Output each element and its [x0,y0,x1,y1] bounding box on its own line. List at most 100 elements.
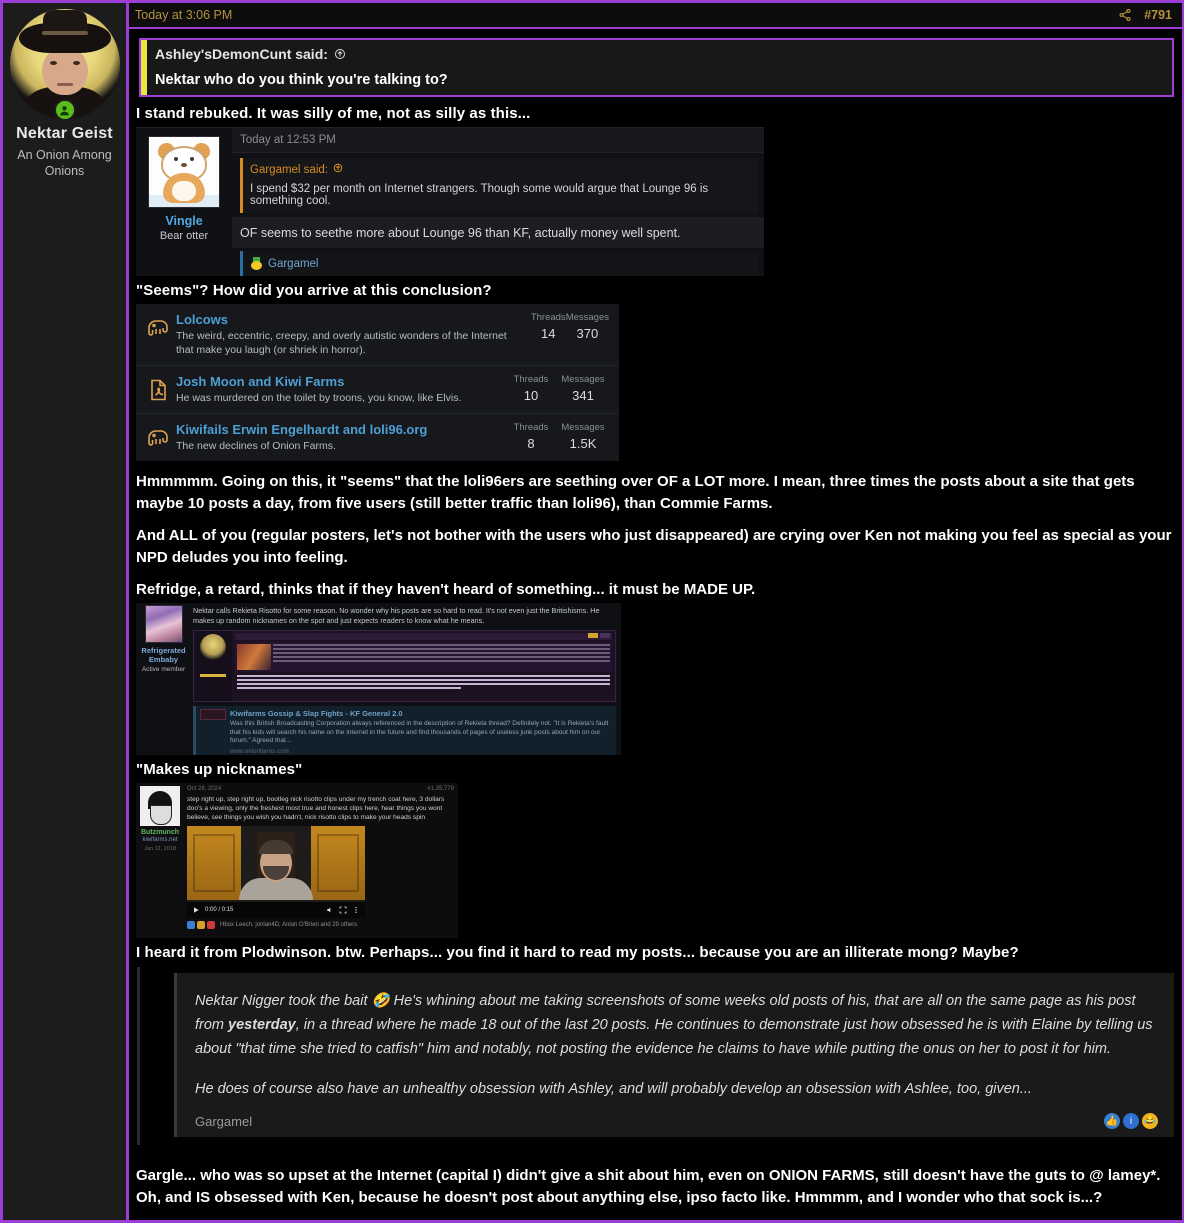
author-username[interactable]: Nektar Geist [3,125,126,143]
body-line-5: I heard it from Plodwinson. btw. Perhaps… [136,944,1019,961]
bear-nose [181,163,187,167]
threads-label: Threads [513,374,549,385]
inner-jump-to-post-icon [333,163,343,176]
video-post-id: #1,35,779 [427,786,454,792]
avatar[interactable] [9,9,120,121]
forum-list-screenshot: Lolcows The weird, eccentric, creepy, an… [136,304,619,461]
forum-messages-stat: Messages 1.5K [557,422,609,451]
video-post-user-meta: Jan 12, 2018 [144,846,176,852]
messages-label: Messages [565,312,609,323]
funny-reaction-icon: 😂 [1142,1113,1158,1129]
video-cabinet-right [311,826,365,900]
video-post-date: Oct 28, 2024 [187,786,222,792]
forum-list-info: Lolcows The weird, eccentric, creepy, an… [176,312,531,357]
messages-value: 341 [572,388,594,403]
avatar-face [41,47,88,95]
nested-quote-block: Nektar Nigger took the bait 🤣 He's whini… [137,967,1174,1145]
messages-label: Messages [561,422,605,433]
avatar-eye-left [49,61,57,65]
link-preview-description: Was this British Broadcasting Corporatio… [230,720,609,744]
reaction-icon-2 [197,921,205,929]
volume-icon [327,907,331,913]
reaction-icon-1 [187,921,195,929]
post-header: Today at 3:06 PM #791 [129,3,1182,29]
link-preview-title[interactable]: Kiwifarms Gossip & Slap Fights - KF Gene… [230,709,612,718]
body-line-1: I stand rebuked. It was silly of me, not… [136,105,531,122]
nested-avatar [200,634,226,660]
nested-quote-lines [273,644,610,670]
forum-list-info: Kiwifails Erwin Engelhardt and loli96.or… [176,422,505,453]
like-reaction-icon: 👍 [1104,1113,1120,1129]
bq-text-a: Nektar Nigger took the bait [195,993,372,1009]
post-number[interactable]: #791 [1144,8,1172,22]
messages-label: Messages [561,374,605,385]
embedded-post-content: Today at 12:53 PM Gargamel said: I spend… [232,128,764,276]
bear-belly [172,181,196,201]
threads-value: 10 [523,388,539,403]
embedded-signature-name: Gargamel [268,257,319,270]
threads-label: Threads [530,312,566,323]
elephant-icon [146,312,176,340]
share-icon[interactable] [1118,8,1132,22]
refridge-content: Nektar calls Rekieta Risotto for some re… [191,603,621,755]
video-post-username: Butzmunch [140,829,180,836]
messages-value: 1.5K [569,436,597,451]
body-line-3: Refridge, a retard, thinks that if they … [136,581,756,598]
forum-title[interactable]: Kiwifails Erwin Engelhardt and loli96.or… [176,422,495,437]
embedded-video-player[interactable]: 0:00 / 0:15 [187,826,365,918]
bear-eye-left [174,157,178,161]
forum-threads-stat: Threads 10 [505,374,557,403]
embedded-username: Vingle [165,214,203,228]
big-quote-paragraph-2: He does of course also have an unhealthy… [195,1081,1032,1097]
quote-author-label: Ashley'sDemonCunt said: [155,46,328,62]
forum-list-row: Lolcows The weird, eccentric, creepy, an… [136,304,619,366]
forum-description: The weird, eccentric, creepy, and overly… [176,330,507,356]
forum-list-row: Kiwifails Erwin Engelhardt and loli96.or… [136,414,619,461]
link-preview-body: Kiwifarms Gossip & Slap Fights - KF Gene… [230,709,612,755]
link-preview-card[interactable]: Kiwifarms Gossip & Slap Fights - KF Gene… [193,706,616,755]
big-quote-author[interactable]: Gargamel [195,1114,252,1129]
online-status-icon [53,99,76,121]
big-quote-paragraph-1: Nektar Nigger took the bait 🤣 He's whini… [195,989,1158,1061]
video-time: 0:00 / 0:15 [205,907,234,913]
jump-to-post-icon[interactable] [334,48,346,60]
video-control-bar[interactable]: 0:00 / 0:15 [187,902,365,918]
embedded-inner-quote: Gargamel said: I spend $32 per month on … [240,158,758,213]
bq-text-c: , in a thread where he made 18 out of th… [195,1017,1153,1057]
quote-block: Ashley'sDemonCunt said: Nektar who do yo… [139,38,1174,97]
video-post-author: Butzmunch kiwifarms.net Jan 12, 2018 [136,783,184,938]
forum-list-info: Josh Moon and Kiwi Farms He was murdered… [176,374,505,405]
nested-post-author [194,631,232,701]
avatar-hat-band [41,31,88,35]
anime-avatar [144,605,183,643]
post-body: Ashley'sDemonCunt said: Nektar who do yo… [129,29,1182,1223]
refridge-username: Refrigerated Embaby [141,646,186,664]
body-line-4: "Makes up nicknames" [136,761,303,778]
site-favicon-icon [200,709,226,720]
quote-attribution: Ashley'sDemonCunt said: [155,46,1164,62]
forum-description: He was murdered on the toilet by troons,… [176,392,462,404]
nested-post-image [193,630,616,702]
embedded-reply-text: OF seems to seethe more about Lounge 96 … [232,217,764,248]
pdf-file-icon [146,374,176,402]
avatar-mouth [56,83,73,86]
forum-title[interactable]: Josh Moon and Kiwi Farms [176,374,495,389]
video-post-text: step right up, step right up, bootleg ni… [187,796,445,821]
forum-description: The new declines of Onion Farms. [176,440,336,452]
big-quote-reactions[interactable]: 👍 i 😂 [1104,1113,1158,1129]
post-timestamp[interactable]: Today at 3:06 PM [135,8,232,22]
embedded-user-title: Bear otter [159,230,209,242]
video-post-header: Oct 28, 2024 #1,35,779 [187,786,454,792]
inner-quote-author: Gargamel said: [250,163,328,176]
body-paragraph-2: And ALL of you (regular posters, let's n… [136,527,1172,566]
inner-quote-content: Gargamel said: I spend $32 per month on … [243,158,758,213]
forum-list-row: Josh Moon and Kiwi Farms He was murdered… [136,366,619,414]
forum-title[interactable]: Lolcows [176,312,521,327]
refridge-user-role: Active member [141,666,186,673]
nested-post-header [235,633,612,640]
bear-eye-right [190,157,194,161]
video-post-user-sub: kiwifarms.net [142,837,178,843]
video-reactions-text: Hbox Leech, jonlan4D, Anion O'Brien and … [220,922,358,928]
quote-content: Ashley'sDemonCunt said: Nektar who do yo… [147,40,1172,95]
elephant-icon [146,422,176,450]
